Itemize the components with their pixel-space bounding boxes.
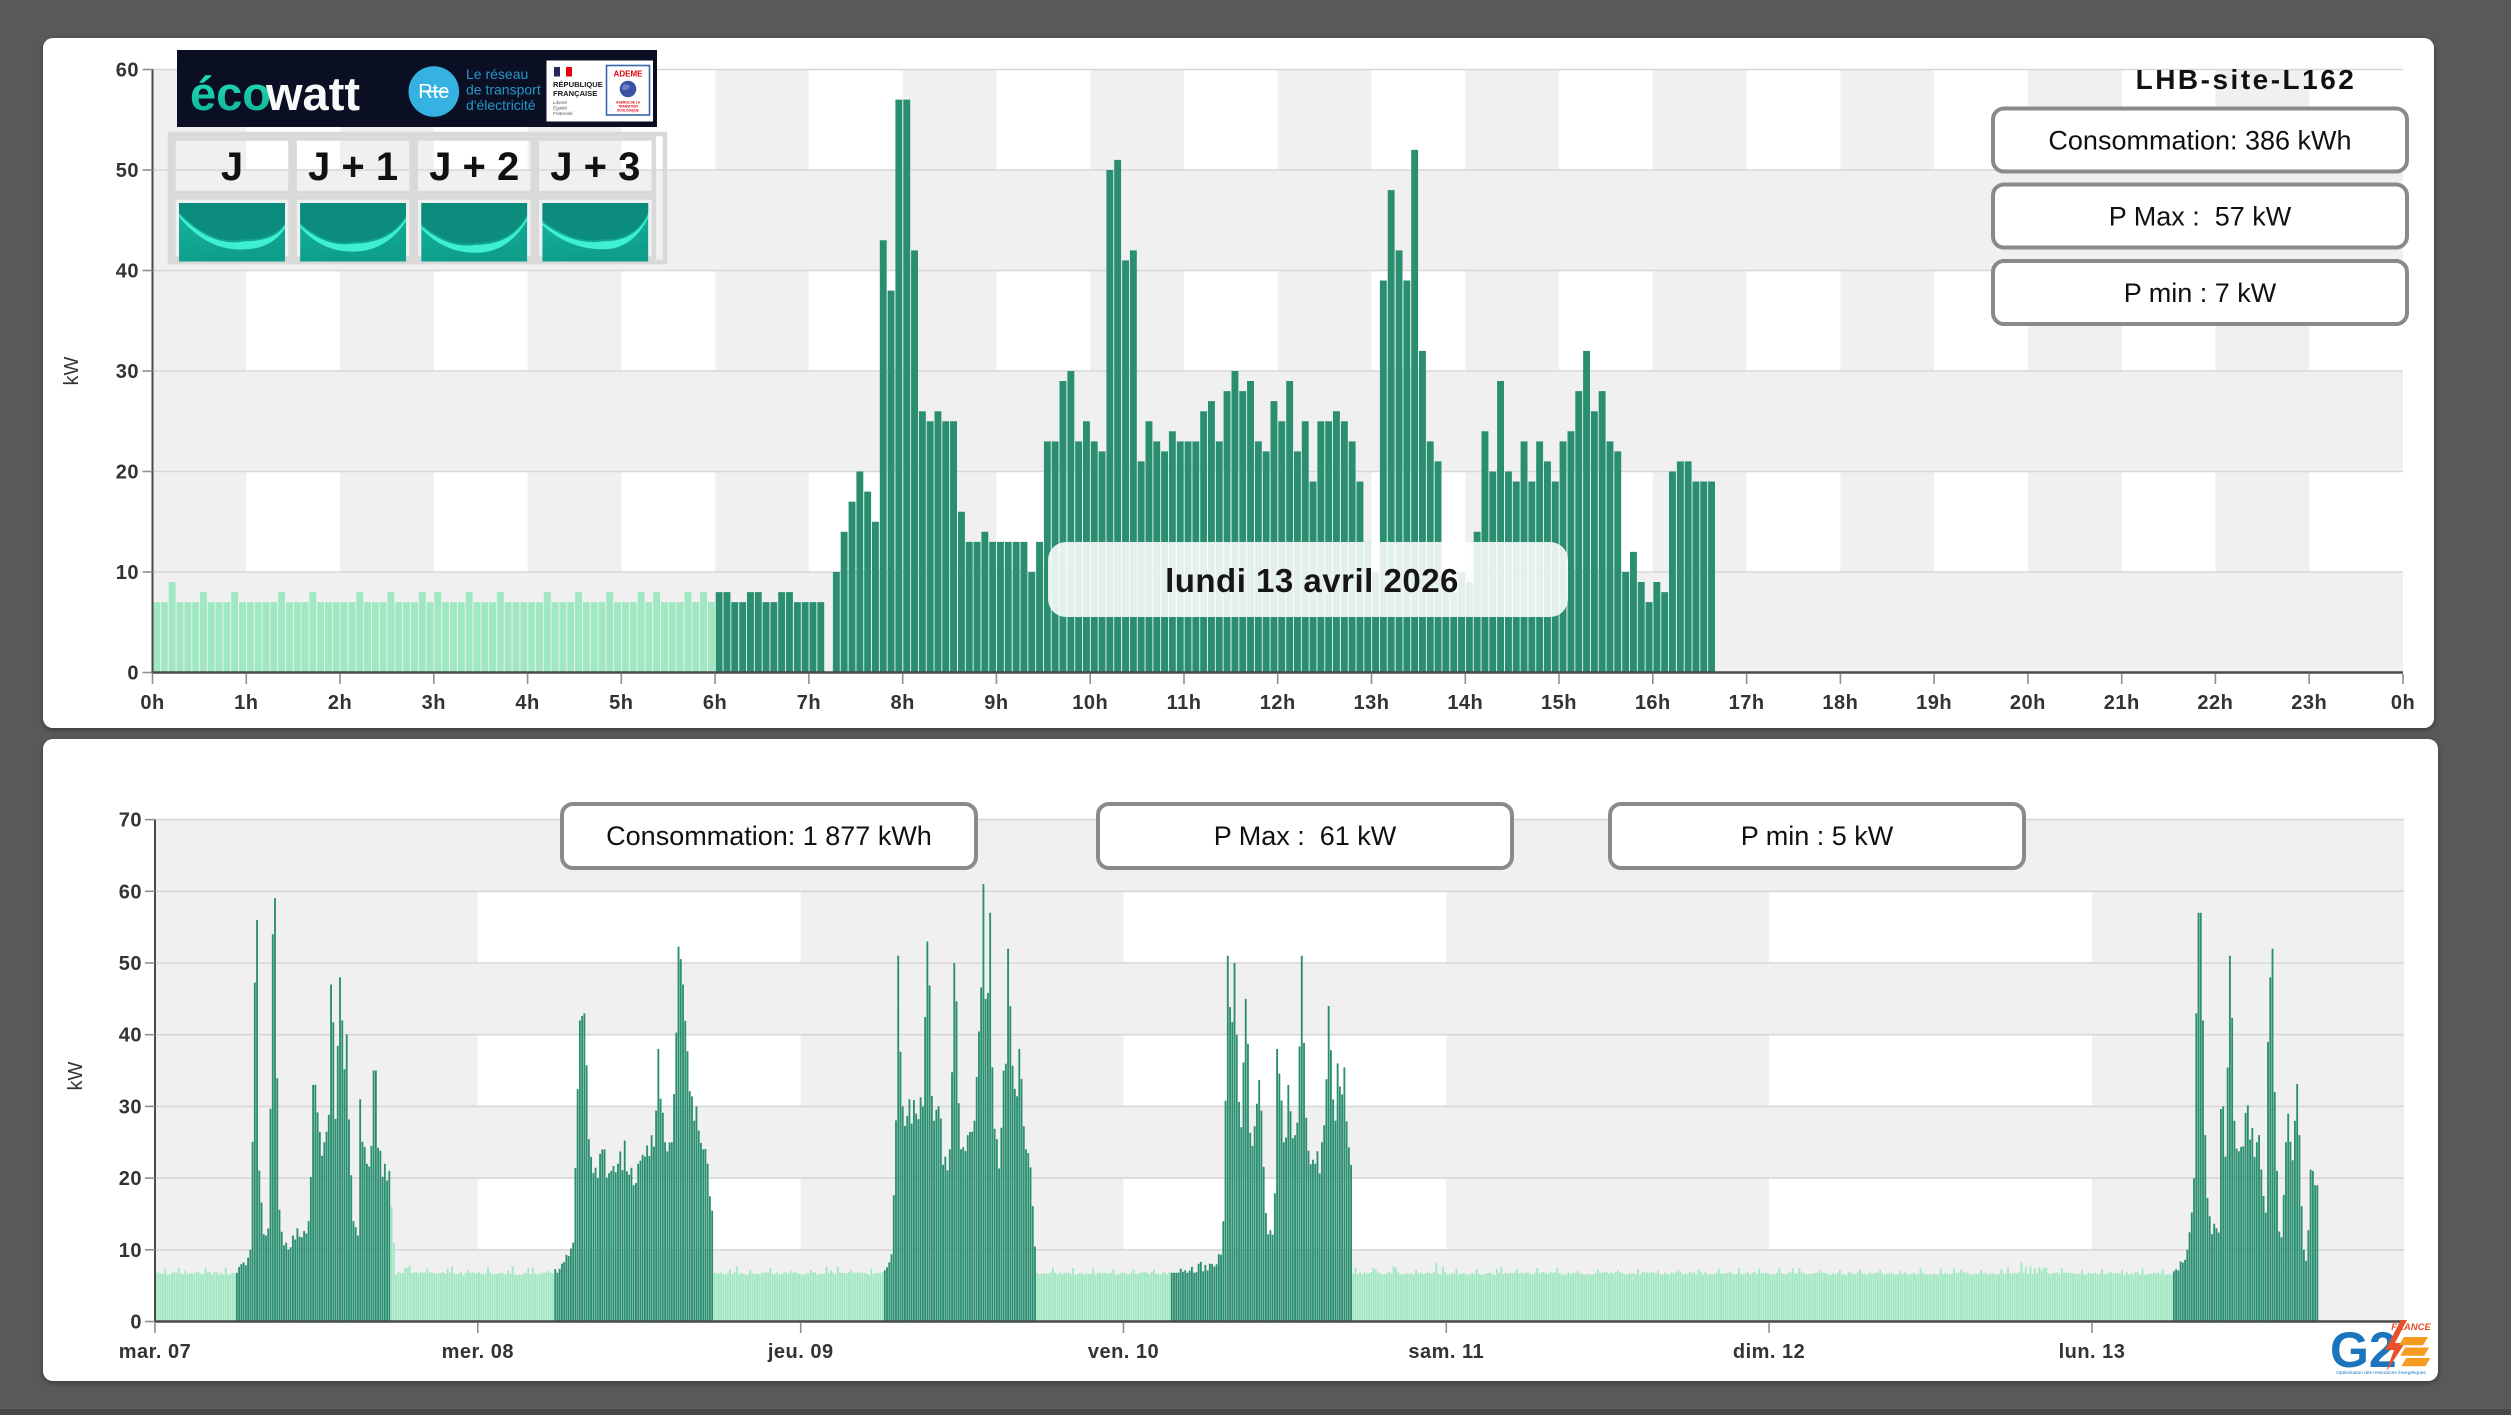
svg-text:ven. 10: ven. 10 [1088, 1341, 1159, 1363]
svg-text:10: 10 [119, 1240, 142, 1262]
svg-text:FRANCE: FRANCE [2391, 1322, 2431, 1333]
svg-text:lundi 13 avril 2026: lundi 13 avril 2026 [1165, 562, 1459, 599]
svg-text:FRANÇAISE: FRANÇAISE [553, 89, 597, 98]
svg-text:kW: kW [61, 356, 83, 385]
svg-text:18h: 18h [1822, 692, 1858, 714]
svg-text:kW: kW [65, 1061, 87, 1090]
svg-text:10: 10 [116, 562, 139, 584]
svg-text:50: 50 [116, 160, 139, 182]
svg-text:8h: 8h [891, 692, 915, 714]
svg-text:70: 70 [119, 810, 142, 832]
svg-text:30: 30 [116, 361, 139, 383]
svg-text:dim. 12: dim. 12 [1733, 1341, 1805, 1363]
svg-text:15h: 15h [1541, 692, 1577, 714]
svg-text:J + 2: J + 2 [429, 145, 519, 189]
svg-text:19h: 19h [1916, 692, 1952, 714]
svg-text:12h: 12h [1260, 692, 1296, 714]
svg-text:30: 30 [119, 1096, 142, 1118]
svg-text:21h: 21h [2104, 692, 2140, 714]
svg-text:17h: 17h [1729, 692, 1765, 714]
svg-text:J + 3: J + 3 [550, 145, 640, 189]
svg-text:Consommation: 386 kWh: Consommation: 386 kWh [2048, 126, 2351, 156]
svg-text:mar. 07: mar. 07 [119, 1341, 191, 1363]
svg-text:Optimisation des ressources én: Optimisation des ressources énergétiques [2336, 1370, 2426, 1376]
svg-text:0h: 0h [140, 692, 164, 714]
svg-text:ÉCOLOGIQUE: ÉCOLOGIQUE [617, 108, 639, 113]
svg-text:22h: 22h [2197, 692, 2233, 714]
svg-text:sam. 11: sam. 11 [1408, 1341, 1484, 1363]
svg-text:de transport: de transport [466, 82, 541, 98]
svg-text:16h: 16h [1635, 692, 1671, 714]
svg-text:lun. 13: lun. 13 [2059, 1341, 2126, 1363]
svg-text:7h: 7h [797, 692, 821, 714]
svg-text:Le réseau: Le réseau [466, 66, 528, 82]
svg-text:0: 0 [130, 1312, 142, 1334]
svg-text:RÉPUBLIQUE: RÉPUBLIQUE [553, 80, 603, 89]
svg-text:4h: 4h [515, 692, 539, 714]
svg-text:éco: éco [190, 67, 271, 120]
svg-text:40: 40 [119, 1025, 142, 1047]
svg-text:20: 20 [119, 1168, 142, 1190]
svg-text:13h: 13h [1354, 692, 1390, 714]
svg-text:11h: 11h [1167, 692, 1202, 714]
svg-text:6h: 6h [703, 692, 727, 714]
svg-text:60: 60 [116, 60, 139, 82]
svg-text:60: 60 [119, 881, 142, 903]
svg-text:9h: 9h [984, 692, 1008, 714]
svg-text:P min : 5 kW: P min : 5 kW [1741, 821, 1894, 851]
svg-text:20h: 20h [2010, 692, 2046, 714]
svg-text:3h: 3h [422, 692, 446, 714]
svg-text:20: 20 [116, 462, 139, 484]
svg-text:ADEME: ADEME [614, 70, 644, 79]
svg-text:0: 0 [127, 663, 139, 685]
svg-text:Égalité: Égalité [553, 105, 567, 111]
svg-text:50: 50 [119, 953, 142, 975]
svg-text:2h: 2h [328, 692, 352, 714]
svg-text:Liberté: Liberté [553, 100, 567, 105]
svg-text:LHB-site-L162: LHB-site-L162 [2136, 64, 2357, 95]
svg-text:jeu. 09: jeu. 09 [767, 1341, 834, 1363]
svg-text:J: J [221, 145, 243, 189]
svg-text:23h: 23h [2291, 692, 2327, 714]
svg-text:14h: 14h [1447, 692, 1483, 714]
svg-text:mer. 08: mer. 08 [442, 1341, 514, 1363]
svg-text:P Max : 57 kW: P Max : 57 kW [2109, 202, 2292, 232]
svg-text:Consommation: 1 877 kWh: Consommation: 1 877 kWh [606, 821, 932, 851]
svg-text:40: 40 [116, 261, 139, 283]
svg-text:1h: 1h [234, 692, 258, 714]
svg-text:Fraternité: Fraternité [553, 111, 573, 116]
svg-text:10h: 10h [1072, 692, 1108, 714]
svg-text:P Max : 61 kW: P Max : 61 kW [1214, 821, 1397, 851]
svg-text:P min : 7 kW: P min : 7 kW [2124, 278, 2277, 308]
svg-text:d'électricité: d'électricité [466, 97, 536, 113]
svg-text:0h: 0h [2391, 692, 2415, 714]
svg-text:J + 1: J + 1 [308, 145, 398, 189]
svg-text:watt: watt [265, 67, 360, 120]
svg-text:5h: 5h [609, 692, 633, 714]
